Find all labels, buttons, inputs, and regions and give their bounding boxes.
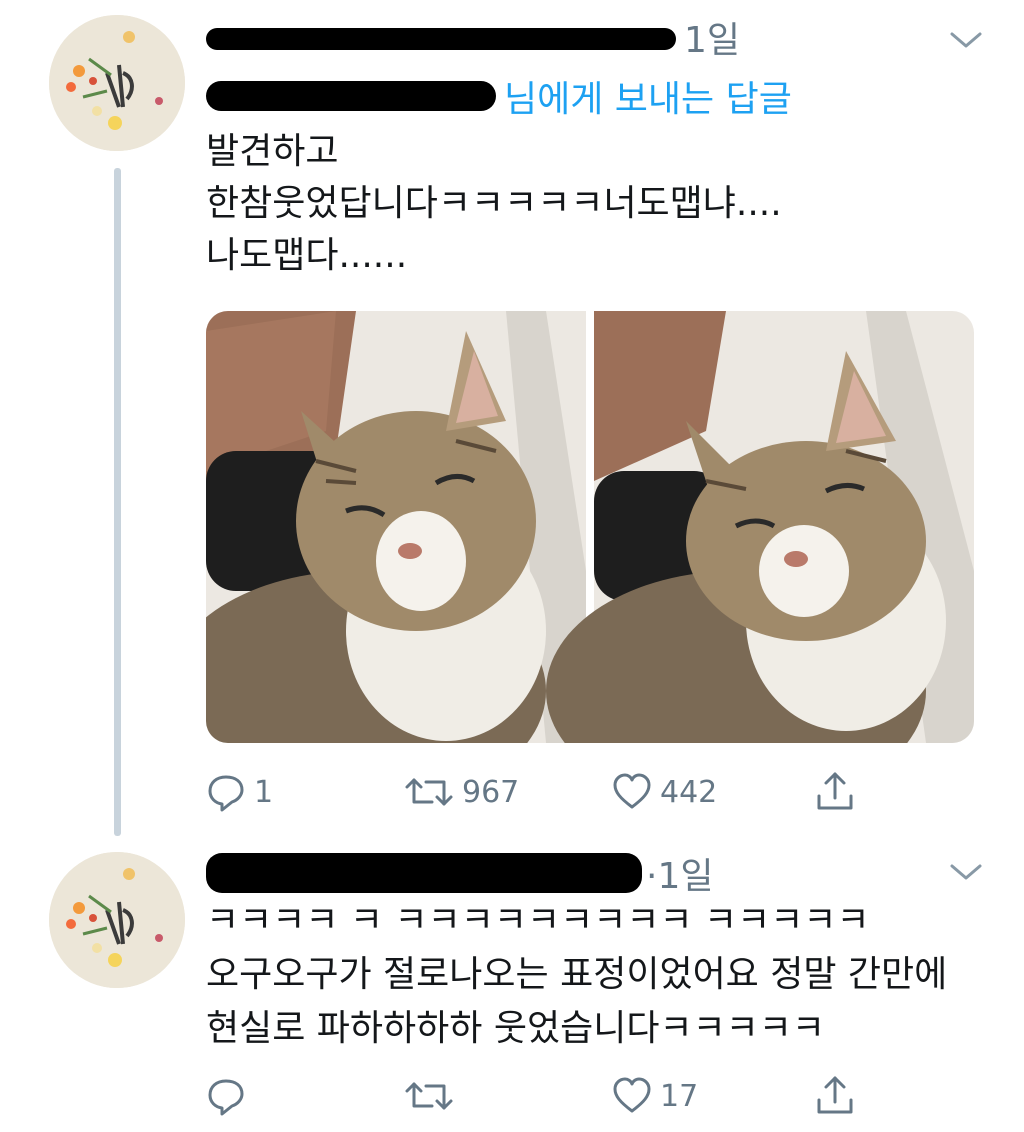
reply-to-line: 님에게 보내는 답글 [206, 70, 792, 122]
reply-to-label: 님에게 보내는 답글 [504, 79, 792, 120]
share-icon[interactable] [815, 1074, 855, 1118]
retweet-button[interactable] [404, 1076, 462, 1116]
redacted-username [206, 28, 676, 50]
redacted-mention[interactable] [206, 81, 496, 111]
tweet-header: ·1일 [206, 848, 713, 898]
heart-icon [613, 1077, 651, 1113]
avatar-image [49, 852, 185, 988]
like-count: 17 [660, 1078, 699, 1114]
tweet-text: 발견하고 한참웃었답니다ㅋㅋㅋㅋㅋ너도맵냐.... 나도맵다...... [206, 131, 782, 276]
share-icon[interactable] [815, 770, 855, 814]
like-count: 442 [660, 774, 718, 810]
tweet-time[interactable]: ·1일 [646, 847, 713, 899]
redacted-username [206, 853, 642, 893]
avatar[interactable] [49, 15, 185, 151]
chevron-down-icon[interactable] [946, 26, 986, 52]
cat-photos[interactable] [206, 311, 974, 743]
tweet-text: ㅋㅋㅋㅋ ㅋ ㅋㅋㅋㅋㅋㅋㅋㅋㅋ ㅋㅋㅋㅋㅋ 오구오구가 절로나오는 표정이었어… [206, 900, 948, 1049]
thread-line [114, 168, 121, 836]
reply-count: 1 [254, 774, 274, 810]
retweet-icon [405, 778, 453, 806]
retweet-icon [405, 1082, 453, 1110]
chevron-down-icon[interactable] [946, 858, 986, 884]
heart-icon [613, 773, 651, 809]
tweet-header: 1일 [206, 11, 740, 63]
media-grid [206, 311, 974, 743]
reply-icon [208, 775, 244, 812]
avatar[interactable] [49, 852, 185, 988]
cat-photo-1 [206, 311, 586, 743]
like-button[interactable]: 442 [612, 772, 717, 812]
reply-button[interactable] [206, 1076, 254, 1116]
like-button[interactable]: 17 [612, 1076, 698, 1116]
reply-button[interactable]: 1 [206, 772, 273, 812]
retweet-count: 967 [462, 774, 520, 810]
avatar-image [49, 15, 185, 151]
tweet-time[interactable]: 1일 [684, 11, 740, 63]
cat-photo-2 [546, 311, 974, 743]
retweet-button[interactable]: 967 [404, 772, 519, 812]
reply-icon [208, 1079, 244, 1116]
